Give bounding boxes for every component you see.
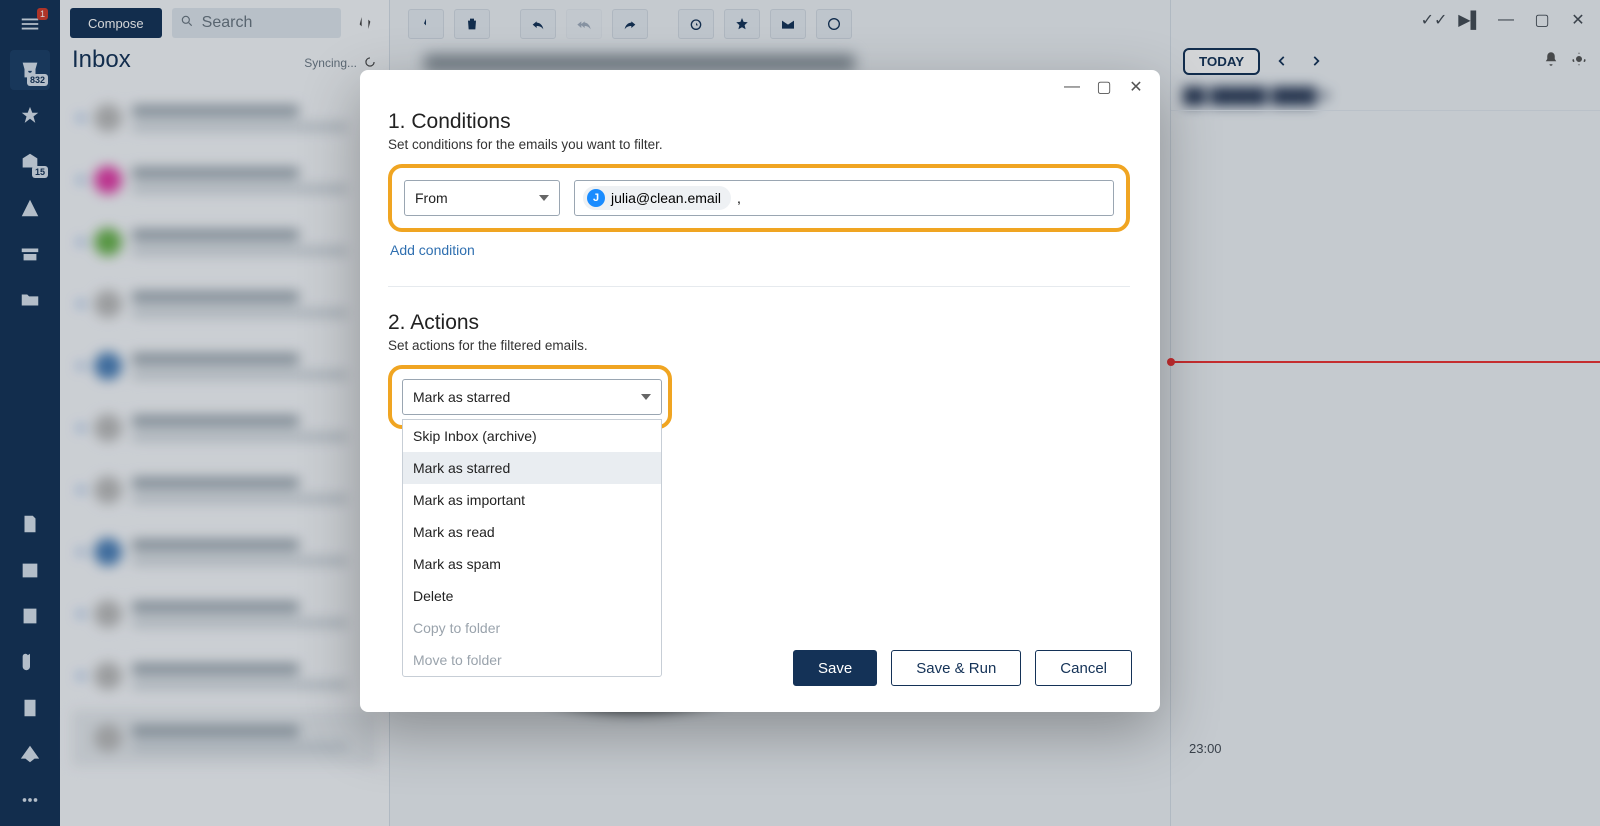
search-input[interactable]: Search: [172, 8, 341, 38]
mark-read-icon[interactable]: [770, 9, 806, 39]
section-divider: [388, 286, 1130, 287]
input-trailing: ,: [737, 190, 741, 206]
archive-icon[interactable]: [408, 9, 444, 39]
actions-subtitle: Set actions for the filtered emails.: [388, 338, 1130, 353]
condition-value-input[interactable]: J julia@clean.email ,: [574, 180, 1114, 216]
window-close-icon[interactable]: ✕: [1568, 10, 1588, 30]
reply-icon[interactable]: [520, 9, 556, 39]
calendar-pane: ✓✓ ▶▌ — ▢ ✕ TODAY ██ █████ ████ ▾ 23:00: [1170, 0, 1600, 826]
condition-field-value: From: [415, 190, 448, 206]
action-option-skip-inbox[interactable]: Skip Inbox (archive): [403, 420, 661, 452]
window-minimize-icon[interactable]: —: [1496, 10, 1516, 30]
search-placeholder: Search: [202, 14, 253, 32]
folders-nav-icon[interactable]: [10, 280, 50, 320]
chevron-down-icon: [539, 195, 549, 201]
action-option-mark-spam[interactable]: Mark as spam: [403, 548, 661, 580]
today-button[interactable]: TODAY: [1183, 48, 1260, 75]
conditions-title: 1. Conditions: [388, 110, 1130, 134]
more-nav-icon[interactable]: [10, 780, 50, 820]
task-done-icon[interactable]: ✓✓: [1424, 10, 1444, 30]
forward-icon[interactable]: [612, 9, 648, 39]
calendar-nav-icon[interactable]: [10, 550, 50, 590]
action-option-delete[interactable]: Delete: [403, 580, 661, 612]
chevron-down-icon: [641, 394, 651, 400]
nav-sidebar: 1 832 15: [0, 0, 60, 826]
action-option-move-folder[interactable]: Move to folder: [403, 644, 661, 676]
calendar-timeline[interactable]: 23:00: [1171, 110, 1600, 826]
outbox-badge: 15: [32, 166, 48, 178]
archive-nav-icon[interactable]: [10, 234, 50, 274]
dialog-minimize-icon[interactable]: —: [1064, 79, 1080, 95]
panel-toggle-icon[interactable]: ▶▌: [1460, 10, 1480, 30]
sync-status: Syncing...: [304, 55, 377, 72]
snooze-icon[interactable]: [678, 9, 714, 39]
conditions-subtitle: Set conditions for the emails you want t…: [388, 137, 1130, 152]
cal-prev-icon[interactable]: [1270, 49, 1294, 73]
refresh-icon[interactable]: [363, 55, 377, 72]
inbox-nav-icon[interactable]: 832: [10, 50, 50, 90]
message-toolbar: [390, 0, 1170, 48]
outbox-nav-icon[interactable]: 15: [10, 142, 50, 182]
attachments-nav-icon[interactable]: [10, 642, 50, 682]
dialog-titlebar: — ▢ ✕: [360, 70, 1160, 104]
menu-badge: 1: [37, 8, 48, 20]
sort-button[interactable]: [351, 9, 379, 37]
spam-icon[interactable]: [816, 9, 852, 39]
save-and-run-button[interactable]: Save & Run: [891, 650, 1021, 686]
filter-rule-dialog: — ▢ ✕ 1. Conditions Set conditions for t…: [360, 70, 1160, 712]
action-option-mark-important[interactable]: Mark as important: [403, 484, 661, 516]
notifications-icon[interactable]: [1542, 50, 1560, 73]
message-list[interactable]: [60, 78, 389, 826]
sent-nav-icon[interactable]: [10, 188, 50, 228]
condition-field-select[interactable]: From: [404, 180, 560, 216]
actions-title: 2. Actions: [388, 311, 1130, 335]
cal-next-icon[interactable]: [1304, 49, 1328, 73]
actions-highlight: Mark as starred Skip Inbox (archive) Mar…: [388, 365, 672, 429]
chip-label: julia@clean.email: [611, 190, 721, 206]
inbox-count-badge: 832: [27, 74, 48, 86]
dialog-close-icon[interactable]: ✕: [1128, 79, 1144, 95]
delete-icon[interactable]: [454, 9, 490, 39]
action-option-mark-starred[interactable]: Mark as starred: [403, 452, 661, 484]
action-option-mark-read[interactable]: Mark as read: [403, 516, 661, 548]
star-icon[interactable]: [724, 9, 760, 39]
draft-nav-icon[interactable]: [10, 504, 50, 544]
conditions-highlight: From J julia@clean.email ,: [388, 164, 1130, 232]
cancel-button[interactable]: Cancel: [1035, 650, 1132, 686]
window-maximize-icon[interactable]: ▢: [1532, 10, 1552, 30]
notes-nav-icon[interactable]: [10, 688, 50, 728]
action-dropdown-list: Skip Inbox (archive) Mark as starred Mar…: [402, 419, 662, 677]
action-select-value: Mark as starred: [413, 389, 510, 405]
dialog-maximize-icon[interactable]: ▢: [1096, 79, 1112, 95]
menu-icon[interactable]: 1: [10, 4, 50, 44]
message-list-pane: Compose Search Inbox Syncing...: [60, 0, 390, 826]
action-select[interactable]: Mark as starred: [402, 379, 662, 415]
settings-icon[interactable]: [1570, 50, 1588, 73]
action-option-copy-folder[interactable]: Copy to folder: [403, 612, 661, 644]
chip-avatar: J: [587, 189, 605, 207]
folder-title: Inbox: [72, 46, 131, 74]
window-controls: ✓✓ ▶▌ — ▢ ✕: [1171, 0, 1600, 40]
contacts-nav-icon[interactable]: [10, 596, 50, 636]
star-nav-icon[interactable]: [10, 96, 50, 136]
reply-all-icon[interactable]: [566, 9, 602, 39]
email-chip[interactable]: J julia@clean.email: [583, 186, 731, 210]
drive-nav-icon[interactable]: [10, 734, 50, 774]
compose-button[interactable]: Compose: [70, 8, 162, 38]
save-button[interactable]: Save: [793, 650, 877, 686]
current-time-indicator: [1171, 361, 1600, 363]
add-condition-link[interactable]: Add condition: [390, 242, 1130, 258]
time-label: 23:00: [1189, 741, 1222, 756]
search-icon: [180, 14, 194, 33]
calendar-date-header[interactable]: ██ █████ ████ ▾: [1171, 82, 1600, 110]
